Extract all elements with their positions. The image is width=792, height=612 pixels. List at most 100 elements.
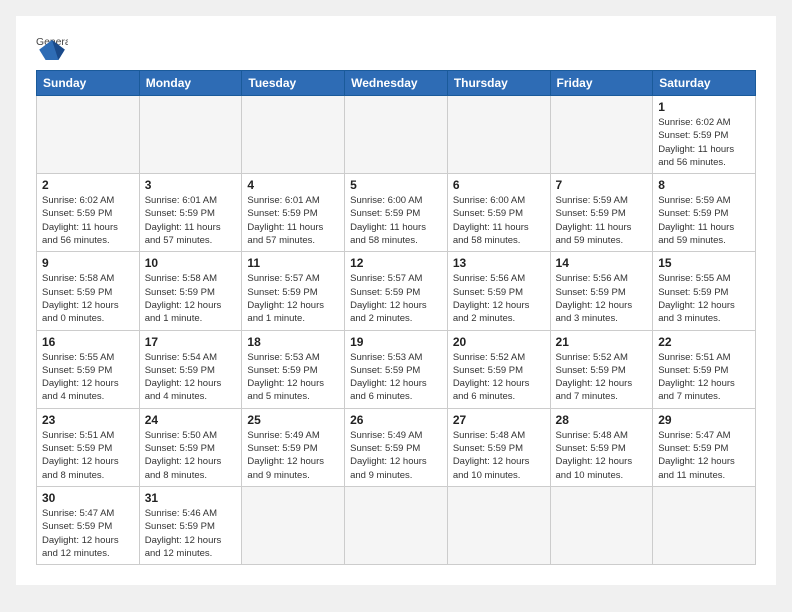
day-number: 12 xyxy=(350,256,442,270)
day-cell: 7 Sunrise: 5:59 AMSunset: 5:59 PMDaylight… xyxy=(550,174,653,252)
calendar-table: SundayMondayTuesdayWednesdayThursdayFrid… xyxy=(36,70,756,565)
day-sun-info: Sunrise: 5:52 AMSunset: 5:59 PMDaylight:… xyxy=(556,351,648,404)
day-sun-info: Sunrise: 5:46 AMSunset: 5:59 PMDaylight:… xyxy=(145,507,237,560)
day-cell: 2Sunrise: 6:02 AMSunset: 5:59 PMDaylight… xyxy=(37,174,140,252)
day-sun-info: Sunrise: 5:50 AMSunset: 5:59 PMDaylight:… xyxy=(145,429,237,482)
day-number: 4 xyxy=(247,178,339,192)
day-number: 6 xyxy=(453,178,545,192)
day-cell xyxy=(447,486,550,564)
day-cell: 20Sunrise: 5:52 AMSunset: 5:59 PMDayligh… xyxy=(447,330,550,408)
day-cell xyxy=(242,96,345,174)
day-number: 23 xyxy=(42,413,134,427)
day-sun-info: Sunrise: 6:02 AMSunset: 5:59 PMDaylight:… xyxy=(658,116,750,169)
week-row-5: 23Sunrise: 5:51 AMSunset: 5:59 PMDayligh… xyxy=(37,408,756,486)
header: General xyxy=(36,32,756,60)
day-sun-info: Sunrise: 5:57 AMSunset: 5:59 PMDaylight:… xyxy=(350,272,442,325)
day-number: 27 xyxy=(453,413,545,427)
day-number: 15 xyxy=(658,256,750,270)
day-cell: 1 Sunrise: 6:02 AMSunset: 5:59 PMDaylight… xyxy=(653,96,756,174)
day-cell: 14Sunrise: 5:56 AMSunset: 5:59 PMDayligh… xyxy=(550,252,653,330)
day-number: 16 xyxy=(42,335,134,349)
day-cell: 13 Sunrise: 5:56 AMSunset: 5:59 PMDayligh… xyxy=(447,252,550,330)
day-cell: 19Sunrise: 5:53 AMSunset: 5:59 PMDayligh… xyxy=(345,330,448,408)
day-number: 28 xyxy=(556,413,648,427)
weekday-header-wednesday: Wednesday xyxy=(345,71,448,96)
weekday-header-friday: Friday xyxy=(550,71,653,96)
day-number: 11 xyxy=(247,256,339,270)
day-sun-info: Sunrise: 5:49 AMSunset: 5:59 PMDaylight:… xyxy=(350,429,442,482)
day-number: 13 xyxy=(453,256,545,270)
day-number: 3 xyxy=(145,178,237,192)
day-number: 17 xyxy=(145,335,237,349)
day-cell: 4Sunrise: 6:01 AMSunset: 5:59 PMDaylight… xyxy=(242,174,345,252)
week-row-4: 16 Sunrise: 5:55 AMSunset: 5:59 PMDayligh… xyxy=(37,330,756,408)
weekday-header-row: SundayMondayTuesdayWednesdayThursdayFrid… xyxy=(37,71,756,96)
day-sun-info: Sunrise: 5:56 AMSunset: 5:59 PMDaylight:… xyxy=(556,272,648,325)
day-sun-info: Sunrise: 5:47 AMSunset: 5:59 PMDaylight:… xyxy=(658,429,750,482)
day-number: 22 xyxy=(658,335,750,349)
day-sun-info: Sunrise: 5:57 AMSunset: 5:59 PMDaylight:… xyxy=(247,272,339,325)
day-number: 10 xyxy=(145,256,237,270)
day-number: 1 xyxy=(658,100,750,114)
day-number: 8 xyxy=(658,178,750,192)
day-number: 24 xyxy=(145,413,237,427)
day-cell: 27 Sunrise: 5:48 AMSunset: 5:59 PMDayligh… xyxy=(447,408,550,486)
day-sun-info: Sunrise: 5:56 AMSunset: 5:59 PMDaylight:… xyxy=(453,272,545,325)
day-cell: 8 Sunrise: 5:59 AMSunset: 5:59 PMDaylight… xyxy=(653,174,756,252)
day-number: 29 xyxy=(658,413,750,427)
day-cell: 6Sunrise: 6:00 AMSunset: 5:59 PMDaylight… xyxy=(447,174,550,252)
day-sun-info: Sunrise: 5:58 AMSunset: 5:59 PMDaylight:… xyxy=(145,272,237,325)
day-sun-info: Sunrise: 5:59 AMSunset: 5:59 PMDaylight:… xyxy=(556,194,648,247)
day-sun-info: Sunrise: 5:48 AMSunset: 5:59 PMDaylight:… xyxy=(453,429,545,482)
day-cell xyxy=(345,486,448,564)
day-number: 9 xyxy=(42,256,134,270)
day-cell xyxy=(139,96,242,174)
day-sun-info: Sunrise: 5:55 AMSunset: 5:59 PMDaylight:… xyxy=(42,351,134,404)
day-cell: 16 Sunrise: 5:55 AMSunset: 5:59 PMDayligh… xyxy=(37,330,140,408)
weekday-header-thursday: Thursday xyxy=(447,71,550,96)
day-sun-info: Sunrise: 5:49 AMSunset: 5:59 PMDaylight:… xyxy=(247,429,339,482)
day-cell: 9 Sunrise: 5:58 AMSunset: 5:59 PMDaylight… xyxy=(37,252,140,330)
day-cell: 22 Sunrise: 5:51 AMSunset: 5:59 PMDayligh… xyxy=(653,330,756,408)
day-number: 25 xyxy=(247,413,339,427)
day-sun-info: Sunrise: 5:51 AMSunset: 5:59 PMDaylight:… xyxy=(658,351,750,404)
day-number: 5 xyxy=(350,178,442,192)
day-number: 30 xyxy=(42,491,134,505)
weekday-header-sunday: Sunday xyxy=(37,71,140,96)
day-cell: 29 Sunrise: 5:47 AMSunset: 5:59 PMDayligh… xyxy=(653,408,756,486)
day-cell: 5Sunrise: 6:00 AMSunset: 5:59 PMDaylight… xyxy=(345,174,448,252)
calendar-page: General SundayMondayTuesdayWednesdayThur… xyxy=(16,16,776,585)
day-number: 20 xyxy=(453,335,545,349)
day-cell: 17 Sunrise: 5:54 AMSunset: 5:59 PMDayligh… xyxy=(139,330,242,408)
day-number: 21 xyxy=(556,335,648,349)
day-cell xyxy=(345,96,448,174)
day-cell: 30 Sunrise: 5:47 AMSunset: 5:59 PMDayligh… xyxy=(37,486,140,564)
day-sun-info: Sunrise: 5:55 AMSunset: 5:59 PMDaylight:… xyxy=(658,272,750,325)
day-cell xyxy=(653,486,756,564)
day-cell: 12 Sunrise: 5:57 AMSunset: 5:59 PMDayligh… xyxy=(345,252,448,330)
week-row-3: 9 Sunrise: 5:58 AMSunset: 5:59 PMDaylight… xyxy=(37,252,756,330)
day-number: 31 xyxy=(145,491,237,505)
day-number: 7 xyxy=(556,178,648,192)
day-cell xyxy=(242,486,345,564)
day-cell: 11 Sunrise: 5:57 AMSunset: 5:59 PMDayligh… xyxy=(242,252,345,330)
day-cell: 25 Sunrise: 5:49 AMSunset: 5:59 PMDayligh… xyxy=(242,408,345,486)
day-sun-info: Sunrise: 5:47 AMSunset: 5:59 PMDaylight:… xyxy=(42,507,134,560)
day-cell xyxy=(447,96,550,174)
day-sun-info: Sunrise: 5:53 AMSunset: 5:59 PMDaylight:… xyxy=(247,351,339,404)
day-sun-info: Sunrise: 5:59 AMSunset: 5:59 PMDaylight:… xyxy=(658,194,750,247)
day-cell: 18Sunrise: 5:53 AMSunset: 5:59 PMDayligh… xyxy=(242,330,345,408)
weekday-header-saturday: Saturday xyxy=(653,71,756,96)
day-cell: 31 Sunrise: 5:46 AMSunset: 5:59 PMDayligh… xyxy=(139,486,242,564)
day-cell xyxy=(550,486,653,564)
day-sun-info: Sunrise: 5:58 AMSunset: 5:59 PMDaylight:… xyxy=(42,272,134,325)
day-sun-info: Sunrise: 5:54 AMSunset: 5:59 PMDaylight:… xyxy=(145,351,237,404)
week-row-1: 1 Sunrise: 6:02 AMSunset: 5:59 PMDaylight… xyxy=(37,96,756,174)
week-row-6: 30 Sunrise: 5:47 AMSunset: 5:59 PMDayligh… xyxy=(37,486,756,564)
weekday-header-tuesday: Tuesday xyxy=(242,71,345,96)
day-cell: 15 Sunrise: 5:55 AMSunset: 5:59 PMDayligh… xyxy=(653,252,756,330)
day-cell: 10 Sunrise: 5:58 AMSunset: 5:59 PMDayligh… xyxy=(139,252,242,330)
day-cell: 28 Sunrise: 5:48 AMSunset: 5:59 PMDayligh… xyxy=(550,408,653,486)
day-sun-info: Sunrise: 5:48 AMSunset: 5:59 PMDaylight:… xyxy=(556,429,648,482)
day-number: 2 xyxy=(42,178,134,192)
